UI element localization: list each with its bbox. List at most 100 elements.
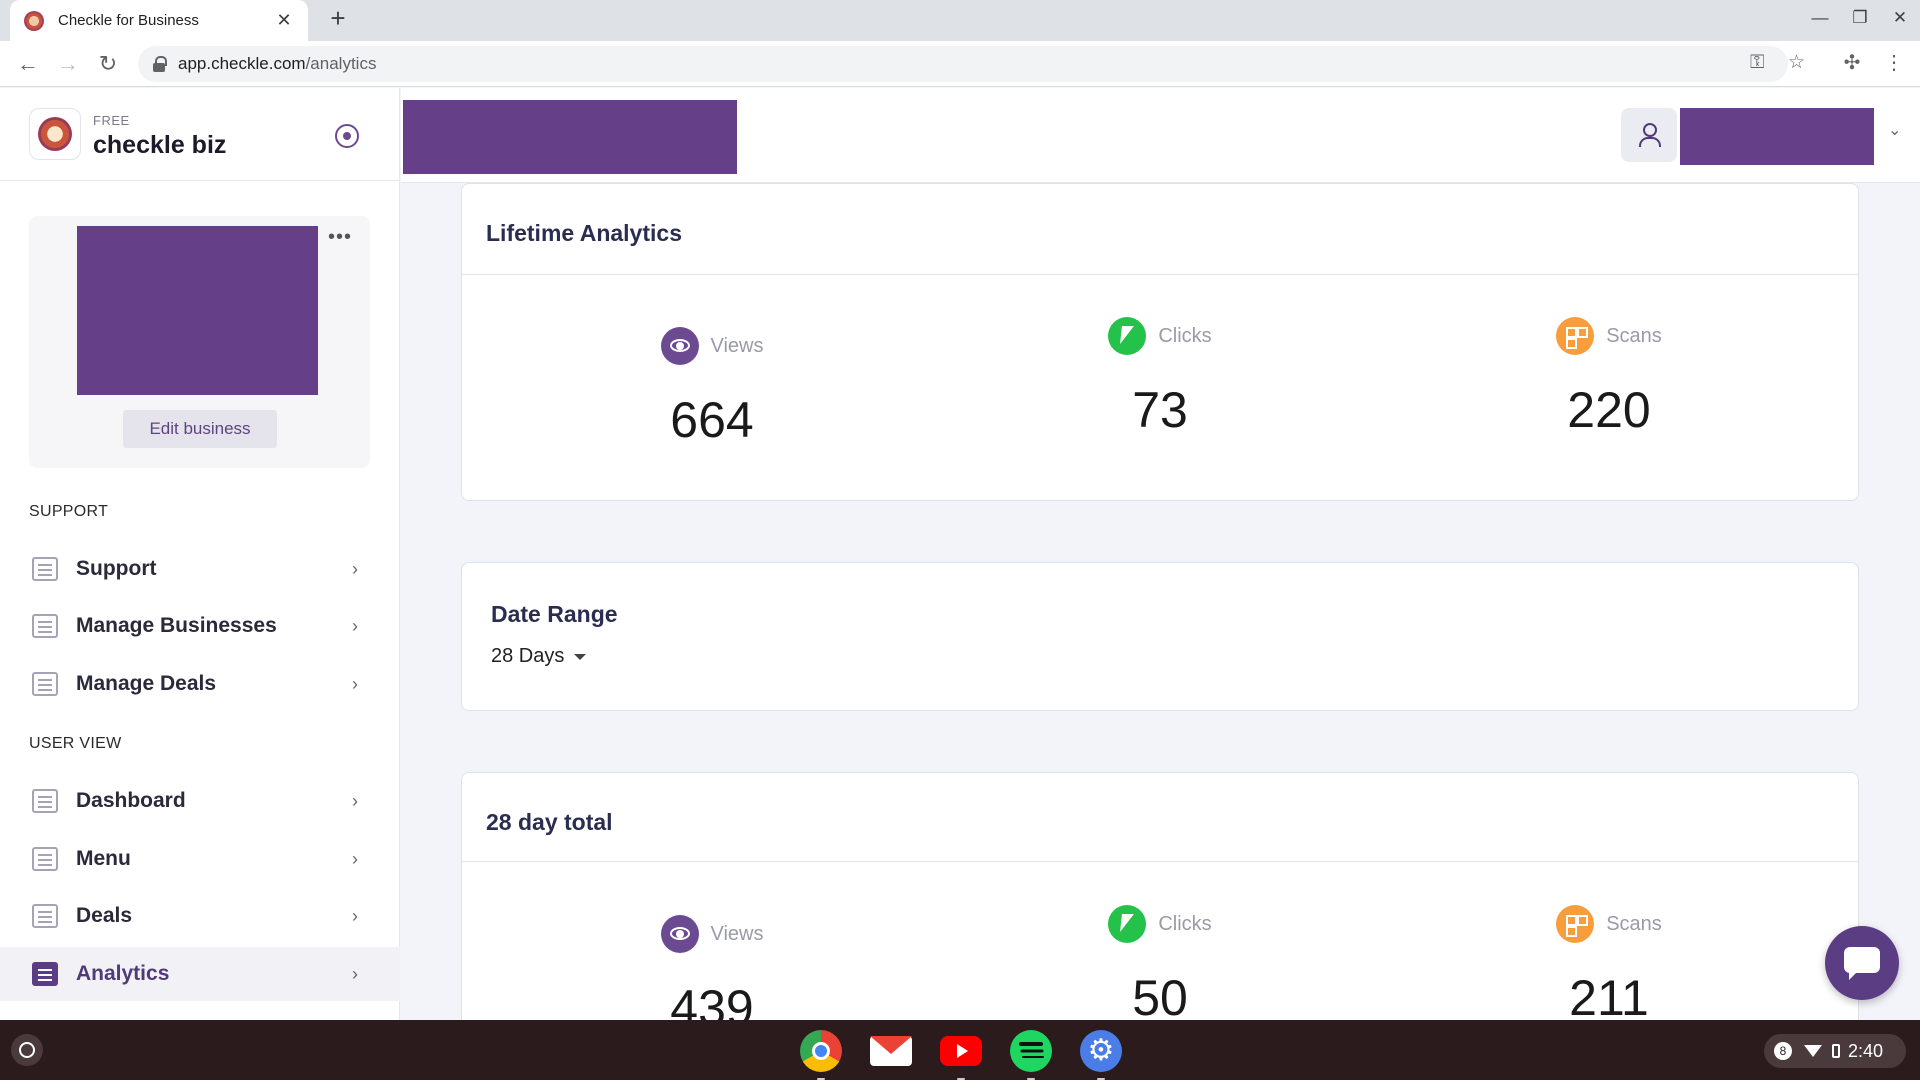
chat-support-button[interactable] xyxy=(1825,926,1899,1000)
chevron-right-icon: › xyxy=(352,673,358,694)
scans-value: 220 xyxy=(1567,382,1651,438)
sidebar-item-menu[interactable]: Menu › xyxy=(0,832,400,886)
edit-business-button[interactable]: Edit business xyxy=(123,410,277,448)
restore-window-icon[interactable]: ❐ xyxy=(1848,8,1872,28)
dashboard-icon xyxy=(32,789,58,813)
battery-icon xyxy=(1832,1044,1840,1058)
reload-icon[interactable]: ↻ xyxy=(94,50,122,78)
scans-label: Scans xyxy=(1606,912,1662,935)
browser-toolbar: ← → ↻ app.checkle.com/analytics ⚿ ☆ ✣ ⋮ xyxy=(0,41,1920,87)
views-value: 664 xyxy=(670,392,754,448)
user-view-section-heading: USER VIEW xyxy=(29,735,122,752)
youtube-app-icon[interactable] xyxy=(940,1036,982,1080)
launcher-icon[interactable] xyxy=(11,1034,43,1066)
deals-icon xyxy=(32,672,58,696)
close-tab-icon[interactable]: ✕ xyxy=(274,10,294,31)
sidebar-item-support[interactable]: Support › xyxy=(0,542,400,596)
user-name-block[interactable] xyxy=(1680,108,1874,165)
chevron-right-icon: › xyxy=(352,848,358,869)
date-range-card: Date Range 28 Days xyxy=(461,562,1859,711)
lifetime-clicks-stat: Clicks 73 xyxy=(1010,317,1310,439)
business-image xyxy=(77,226,318,395)
clicks-value: 50 xyxy=(1132,970,1188,1026)
sidebar: FREE checkle biz ••• Edit business SUPPO… xyxy=(0,88,400,1020)
clock-time: 2:40 xyxy=(1848,1040,1884,1061)
sidebar-item-label: Support xyxy=(76,557,157,580)
sidebar-item-label: Deals xyxy=(76,904,133,927)
sidebar-item-label: Dashboard xyxy=(76,789,186,812)
sidebar-item-label: Manage Deals xyxy=(76,672,217,695)
lock-icon xyxy=(152,56,167,72)
os-shelf: ⚙ 8 2:40 xyxy=(0,1020,1920,1080)
period-scans-stat: Scans 211 xyxy=(1459,905,1759,1027)
tab-title: Checkle for Business xyxy=(58,12,199,29)
forward-icon[interactable]: → xyxy=(54,50,82,78)
business-banner xyxy=(403,100,737,174)
support-section-heading: SUPPORT xyxy=(29,503,109,520)
switch-view-icon[interactable] xyxy=(335,124,359,148)
url-text: app.checkle.com/analytics xyxy=(178,54,377,73)
app-topbar: ⌄ xyxy=(401,88,1920,183)
chevron-right-icon: › xyxy=(352,790,358,811)
sidebar-item-analytics[interactable]: Analytics › xyxy=(0,947,400,1001)
close-window-icon[interactable]: ✕ xyxy=(1888,8,1912,28)
period-total-title: 28 day total xyxy=(486,809,613,835)
new-tab-button[interactable]: + xyxy=(324,5,352,33)
views-label: Views xyxy=(710,922,764,945)
lifetime-scans-stat: Scans 220 xyxy=(1459,317,1759,439)
bookmark-star-icon[interactable]: ☆ xyxy=(1788,51,1805,74)
lifetime-analytics-title: Lifetime Analytics xyxy=(486,220,682,246)
brand-header: FREE checkle biz xyxy=(0,88,399,181)
cursor-icon xyxy=(1108,317,1147,355)
support-icon xyxy=(32,557,58,581)
period-clicks-stat: Clicks 50 xyxy=(1010,905,1310,1027)
status-tray[interactable]: 8 2:40 xyxy=(1764,1034,1906,1068)
address-bar[interactable]: app.checkle.com/analytics ⚿ ☆ xyxy=(138,46,1805,82)
period-total-card: 28 day total Views 439 Clicks 50 Scans 2… xyxy=(461,772,1859,1036)
eye-icon xyxy=(660,915,699,953)
extensions-icon[interactable]: ✣ xyxy=(1838,50,1866,75)
deals-icon xyxy=(32,904,58,928)
checkle-logo xyxy=(29,108,81,160)
chevron-right-icon: › xyxy=(352,615,358,636)
qr-code-icon xyxy=(1556,317,1595,355)
period-views-stat: Views 439 xyxy=(562,915,862,1037)
notification-count-badge: 8 xyxy=(1774,1042,1792,1060)
browser-tab[interactable]: Checkle for Business ✕ xyxy=(10,0,308,41)
date-range-select[interactable]: 28 Days xyxy=(491,645,587,668)
book-icon xyxy=(32,847,58,871)
chevron-right-icon: › xyxy=(352,905,358,926)
chevron-down-icon[interactable]: ⌄ xyxy=(1888,120,1901,140)
sidebar-item-dashboard[interactable]: Dashboard › xyxy=(0,774,400,828)
sidebar-item-deals[interactable]: Deals › xyxy=(0,889,400,943)
minimize-window-icon[interactable]: — xyxy=(1808,8,1832,28)
chrome-app-icon[interactable] xyxy=(800,1030,842,1080)
sidebar-item-manage-businesses[interactable]: Manage Businesses › xyxy=(0,599,400,653)
lifetime-analytics-card: Lifetime Analytics Views 664 Clicks 73 S… xyxy=(461,183,1859,501)
chevron-right-icon: › xyxy=(352,963,358,984)
business-card: ••• Edit business xyxy=(29,216,370,468)
more-options-icon[interactable]: ••• xyxy=(328,226,352,249)
back-icon[interactable]: ← xyxy=(14,50,42,78)
bar-chart-icon xyxy=(32,962,58,986)
gmail-app-icon[interactable] xyxy=(870,1036,912,1066)
scans-value: 211 xyxy=(1569,970,1649,1026)
card-divider xyxy=(462,861,1858,862)
key-icon[interactable]: ⚿ xyxy=(1750,52,1764,74)
sidebar-item-label: Manage Businesses xyxy=(76,614,277,637)
date-range-value: 28 Days xyxy=(491,645,565,667)
browser-menu-icon[interactable]: ⋮ xyxy=(1880,50,1908,75)
user-profile-button[interactable] xyxy=(1621,108,1677,162)
business-account-name: checkle biz xyxy=(93,131,227,159)
wifi-icon xyxy=(1804,1045,1822,1057)
card-divider xyxy=(462,274,1858,275)
plan-label: FREE xyxy=(93,113,130,128)
sidebar-item-label: Analytics xyxy=(76,962,170,985)
sidebar-item-manage-deals[interactable]: Manage Deals › xyxy=(0,657,400,711)
qr-code-icon xyxy=(1556,905,1595,943)
settings-app-icon[interactable]: ⚙ xyxy=(1080,1030,1122,1080)
eye-icon xyxy=(660,327,699,365)
spotify-app-icon[interactable] xyxy=(1010,1030,1052,1080)
sidebar-item-label: Menu xyxy=(76,847,131,870)
lifetime-views-stat: Views 664 xyxy=(562,327,862,449)
